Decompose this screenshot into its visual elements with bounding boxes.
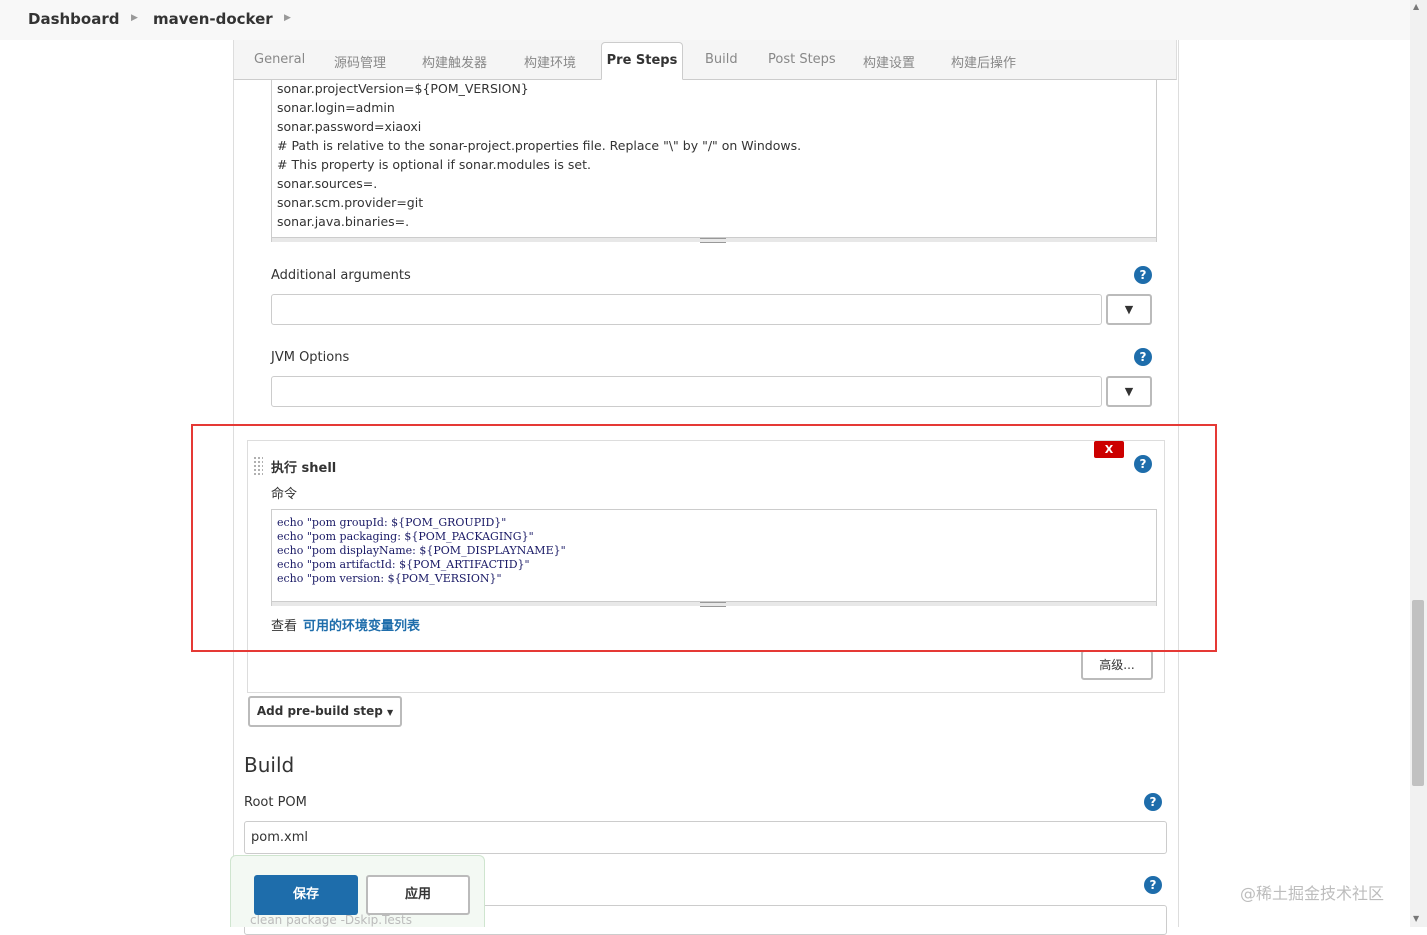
jvm-options-label: JVM Options <box>271 350 350 365</box>
additional-arguments-expand-button[interactable]: ▼ <box>1106 294 1152 325</box>
sonar-line: # Path is relative to the sonar-project.… <box>277 138 802 153</box>
scroll-up-icon[interactable]: ▲ <box>1413 2 1419 11</box>
breadcrumb-dashboard[interactable]: Dashboard <box>28 10 119 28</box>
env-vars-prefix: 查看 <box>271 619 298 634</box>
help-icon[interactable]: ? <box>1144 793 1162 811</box>
save-button[interactable]: 保存 <box>254 875 358 915</box>
sonar-line: sonar.projectVersion=${POM_VERSION} <box>277 81 529 96</box>
drag-handle-icon[interactable] <box>253 456 263 476</box>
sonar-line: # This property is optional if sonar.mod… <box>277 157 591 172</box>
tab-general[interactable]: General <box>254 52 305 67</box>
tab-build-settings[interactable]: 构建设置 <box>863 52 915 71</box>
tab-triggers[interactable]: 构建触发器 <box>422 52 487 71</box>
additional-arguments-input[interactable] <box>271 294 1102 325</box>
help-icon[interactable]: ? <box>1134 266 1152 284</box>
tab-build-env[interactable]: 构建环境 <box>524 52 576 71</box>
breadcrumb-separator-icon: ▶ <box>131 13 138 23</box>
root-pom-label: Root POM <box>244 795 307 810</box>
tab-post-build-actions[interactable]: 构建后操作 <box>951 52 1016 71</box>
jvm-options-expand-button[interactable]: ▼ <box>1106 376 1152 407</box>
env-vars-link[interactable]: 可用的环境变量列表 <box>303 615 420 634</box>
command-line: echo "pom packaging: ${POM_PACKAGING}" <box>277 530 534 543</box>
build-section-title: Build <box>244 753 295 777</box>
command-line: echo "pom displayName: ${POM_DISPLAYNAME… <box>277 544 566 557</box>
scroll-down-icon[interactable]: ▼ <box>1413 914 1419 923</box>
sonar-line: sonar.password=xiaoxi <box>277 119 422 134</box>
jvm-options-input[interactable] <box>271 376 1102 407</box>
apply-button[interactable]: 应用 <box>366 875 470 915</box>
tab-post-steps[interactable]: Post Steps <box>768 52 836 67</box>
sonar-line: sonar.scm.provider=git <box>277 195 424 210</box>
delete-step-button[interactable]: X <box>1094 441 1124 458</box>
sonar-line: sonar.login=admin <box>277 100 395 115</box>
add-pre-build-step-label: Add pre-build step <box>256 704 383 718</box>
command-line: echo "pom version: ${POM_VERSION}" <box>277 572 502 585</box>
breadcrumb-job[interactable]: maven-docker <box>153 10 273 28</box>
scrollbar-thumb[interactable] <box>1412 600 1424 786</box>
help-icon[interactable]: ? <box>1134 348 1152 366</box>
add-pre-build-step-button[interactable]: Add pre-build step ▼ <box>248 696 402 727</box>
command-line: echo "pom groupId: ${POM_GROUPID}" <box>277 516 507 529</box>
tab-pre-steps[interactable]: Pre Steps <box>601 42 683 80</box>
scrollbar[interactable] <box>1410 0 1427 927</box>
sonar-line: sonar.sources=. <box>277 176 378 191</box>
resize-grip-icon[interactable] <box>700 602 726 607</box>
watermark-text: @稀土掘金技术社区 <box>1240 884 1385 903</box>
help-icon[interactable]: ? <box>1144 876 1162 894</box>
command-label: 命令 <box>271 487 298 502</box>
command-line: echo "pom artifactId: ${POM_ARTIFACTID}" <box>277 558 530 571</box>
sonar-line: sonar.java.binaries=. <box>277 214 410 229</box>
tab-scm[interactable]: 源码管理 <box>334 52 386 71</box>
resize-grip-icon[interactable] <box>700 238 726 243</box>
breadcrumb-dropdown-icon[interactable]: ▶ <box>284 13 291 23</box>
shell-step-title: 执行 shell <box>271 461 337 476</box>
caret-down-icon: ▼ <box>387 708 394 717</box>
tab-build[interactable]: Build <box>705 52 738 67</box>
goals-input-text: clean package -Dskip.Tests <box>250 913 412 927</box>
root-pom-input[interactable]: pom.xml <box>244 821 1167 854</box>
help-icon[interactable]: ? <box>1134 455 1152 473</box>
additional-arguments-label: Additional arguments <box>271 268 411 283</box>
advanced-button[interactable]: 高级... <box>1081 650 1153 680</box>
